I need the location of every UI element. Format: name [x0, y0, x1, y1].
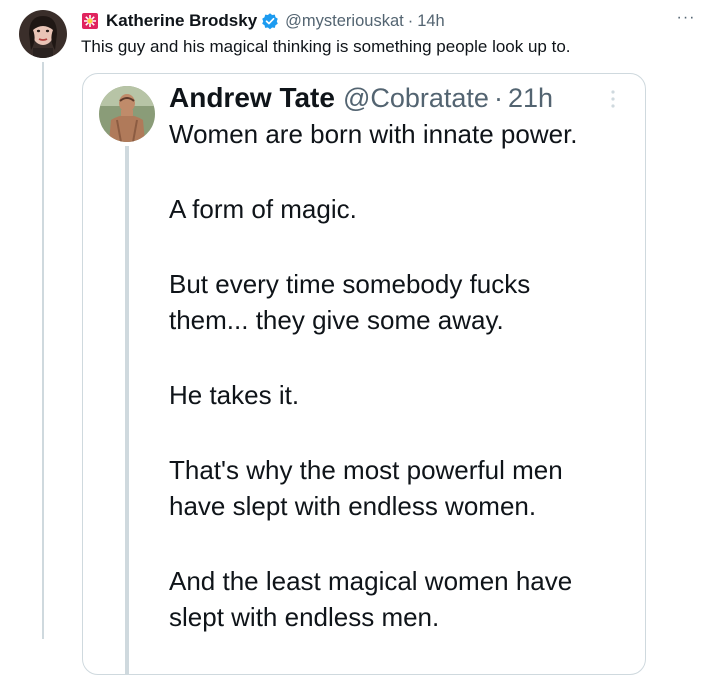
author-handle[interactable]: @mysteriouskat — [285, 12, 404, 31]
page: Katherine Brodsky @mysteriouskat · 14h ·… — [0, 0, 720, 675]
quoted-blank-line — [169, 227, 578, 266]
quoted-blank-line — [169, 413, 578, 452]
quoted-post-time[interactable]: 21h — [508, 83, 553, 114]
quoted-text-line: But every time somebody fucks — [169, 269, 531, 299]
thread-line — [42, 62, 44, 639]
quoted-author-name[interactable]: Andrew Tate — [169, 82, 335, 114]
post-text: This guy and his magical thinking is som… — [81, 37, 571, 56]
quoted-text-line: slept with endless men. — [169, 602, 440, 632]
quoted-text-line: Women are born with innate power. — [169, 119, 578, 149]
quoted-thread-line — [125, 146, 129, 674]
profile-photo-icon — [99, 86, 155, 142]
quoted-author-avatar[interactable] — [99, 86, 155, 142]
post-time[interactable]: 14h — [417, 12, 445, 31]
quoted-text-line: That's why the most powerful men — [169, 455, 563, 485]
quoted-tweet-card[interactable]: Andrew Tate @Cobratate · 21h Women are b… — [82, 73, 646, 675]
quoted-blank-line — [169, 152, 578, 191]
verified-badge-icon — [261, 12, 279, 30]
quoted-header: Andrew Tate @Cobratate · 21h — [169, 80, 553, 116]
more-options-button[interactable]: ··· — [672, 8, 700, 32]
quoted-text-line: them... they give some away. — [169, 305, 504, 335]
siren-emoji-icon — [81, 12, 99, 30]
quoted-separator-dot: · — [493, 82, 503, 113]
quoted-text-line: And the least magical women have — [169, 566, 573, 596]
quoted-text-line: He takes it. — [169, 380, 300, 410]
quoted-author-handle[interactable]: @Cobratate — [343, 83, 489, 114]
quoted-post-text: Women are born with innate power. A form… — [169, 116, 578, 635]
author-name[interactable]: Katherine Brodsky — [106, 11, 257, 31]
quoted-blank-line — [169, 338, 578, 377]
separator-dot: · — [407, 11, 414, 30]
quoted-text-line: have slept with endless women. — [169, 491, 537, 521]
profile-photo-icon — [19, 10, 67, 58]
author-avatar[interactable] — [19, 10, 67, 58]
quoted-more-options-icon[interactable] — [607, 88, 619, 110]
quoted-text-line: A form of magic. — [169, 194, 357, 224]
more-options-icon: ··· — [676, 9, 696, 26]
quoted-blank-line — [169, 524, 578, 563]
post-header: Katherine Brodsky @mysteriouskat · 14h — [81, 9, 445, 33]
